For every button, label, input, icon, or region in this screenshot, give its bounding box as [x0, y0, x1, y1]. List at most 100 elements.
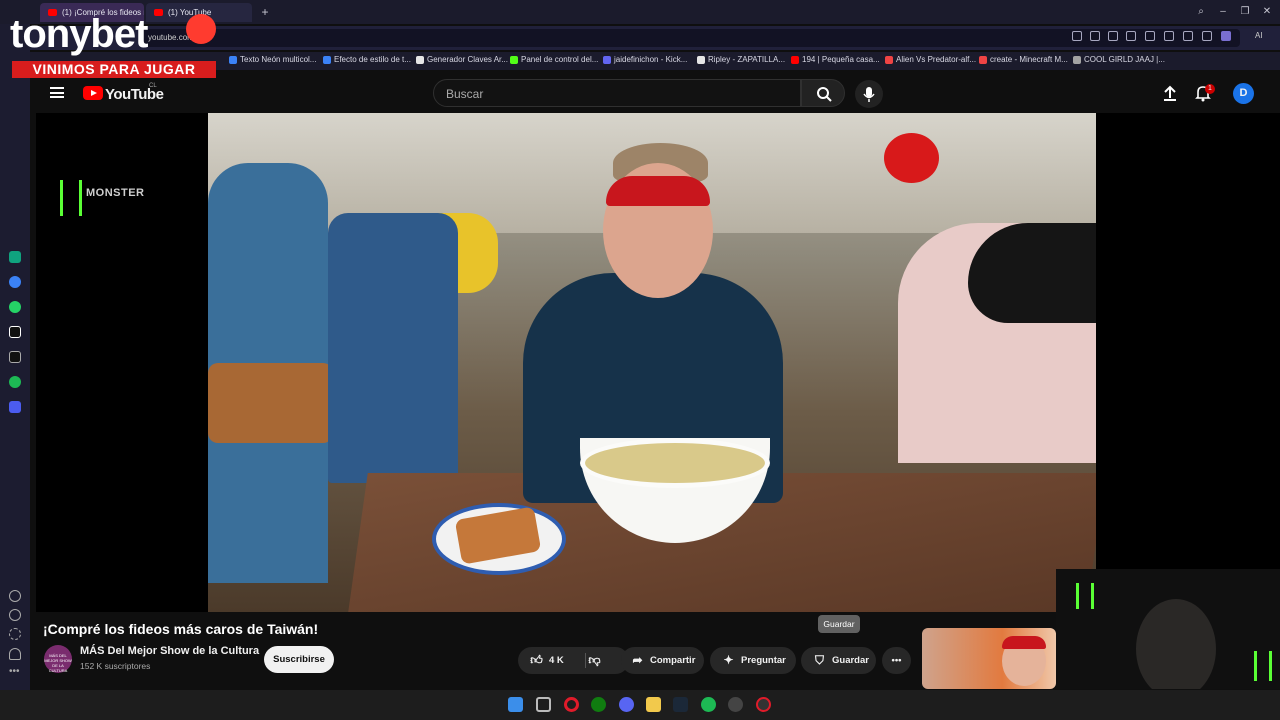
settings-icon[interactable] — [9, 628, 21, 640]
spotify-icon[interactable] — [701, 697, 716, 712]
bookmark-icon — [1073, 56, 1081, 64]
voice-search-button[interactable] — [855, 80, 883, 108]
x-icon[interactable] — [9, 351, 21, 363]
monster-logo: MONSTER — [86, 187, 145, 199]
profile-icon[interactable] — [1221, 31, 1231, 41]
microphone-icon — [863, 87, 875, 102]
thumbnail-bandana — [1002, 636, 1046, 649]
subscribe-button[interactable]: Suscribirse — [264, 646, 334, 673]
search-icon — [817, 87, 832, 102]
channel-avatar[interactable]: MÁS DEL MEJOR SHOW DE LA CULTURA — [44, 645, 72, 673]
heart-icon[interactable] — [9, 590, 21, 602]
noodle-soup — [580, 438, 770, 488]
chatgpt-icon[interactable] — [9, 251, 21, 263]
monster-claw-icon — [1076, 583, 1094, 609]
bookmark-icon — [885, 56, 893, 64]
save-button[interactable]: ⛉ Guardar — [801, 647, 876, 674]
bookmark-icon — [229, 56, 237, 64]
history-icon[interactable] — [9, 609, 21, 621]
bookmark-item[interactable]: jaidefinichon - Kick... — [603, 55, 687, 64]
hamburger-menu-icon[interactable] — [50, 87, 64, 98]
bookmark-item[interactable]: COOL GIRLD JAAJ |... — [1073, 55, 1165, 64]
task-view-icon[interactable] — [536, 697, 551, 712]
close-button[interactable]: ✕ — [1261, 6, 1273, 18]
spotify-icon[interactable] — [9, 376, 21, 388]
minimize-button[interactable]: – — [1217, 6, 1229, 18]
more-icon[interactable]: ••• — [9, 666, 20, 677]
discord-icon[interactable] — [619, 697, 634, 712]
bulb-icon[interactable] — [9, 648, 21, 660]
edit-icon[interactable] — [1090, 31, 1100, 41]
maximize-button[interactable]: ❐ — [1239, 6, 1251, 18]
youtube-logo-icon[interactable] — [83, 86, 103, 100]
xbox-icon[interactable] — [591, 697, 606, 712]
like-dislike-group: 👍︎ 4 K 👎︎ — [518, 647, 629, 674]
heart-icon[interactable] — [1164, 31, 1174, 41]
bookmark-item[interactable]: Generador Claves Ar... — [416, 55, 508, 64]
video-title: ¡Compré los fideos más caros de Taiwán! — [43, 621, 319, 637]
account-avatar[interactable]: D — [1233, 83, 1254, 104]
bookmark-item[interactable]: Alien Vs Predator-alf... — [885, 55, 976, 64]
bookmark-icon: ⛉ — [814, 653, 824, 667]
streamer-face — [1136, 599, 1216, 689]
tiktok-icon[interactable] — [9, 326, 21, 338]
stream-banner: VINIMOS PARA JUGAR — [12, 61, 216, 78]
search-input[interactable]: Buscar — [433, 79, 801, 107]
camera-icon[interactable] — [1108, 31, 1118, 41]
thumbs-up-icon[interactable]: 👍︎ — [530, 654, 543, 667]
video-frame[interactable] — [208, 113, 1096, 612]
create-button[interactable] — [1161, 84, 1179, 102]
messenger-icon[interactable] — [9, 276, 21, 288]
tonybet-logo: tonybet — [10, 12, 148, 56]
zoom-icon[interactable] — [1072, 31, 1082, 41]
sparkle-icon: ✦ — [723, 653, 734, 667]
ask-button[interactable]: ✦ Preguntar — [710, 647, 796, 674]
related-video-thumbnail[interactable] — [922, 628, 1056, 689]
monster-claw-icon — [60, 180, 82, 216]
shield-icon[interactable] — [1126, 31, 1136, 41]
streamer-webcam — [1056, 569, 1280, 689]
bookmark-item[interactable]: Texto Neón multicol... — [229, 55, 316, 64]
country-code: CL — [149, 83, 157, 89]
share-icon: ➦ — [632, 653, 643, 667]
play-icon[interactable] — [1145, 31, 1155, 41]
share-button[interactable]: ➦ Compartir — [621, 647, 704, 674]
notification-count-badge: 1 — [1205, 84, 1215, 94]
opera-icon[interactable] — [756, 697, 771, 712]
ai-button[interactable]: AI — [1255, 31, 1263, 40]
bookmark-item[interactable]: 194 | Pequeña casa... — [791, 55, 880, 64]
bookmark-icon — [323, 56, 331, 64]
file-explorer-icon[interactable] — [646, 697, 661, 712]
thumbs-down-icon[interactable]: 👎︎ — [588, 654, 601, 667]
bookmark-item[interactable]: Efecto de estilo de t... — [323, 55, 411, 64]
woman-right-hair — [968, 223, 1096, 323]
bookmark-icon — [979, 56, 987, 64]
more-actions-button[interactable]: ••• — [882, 647, 911, 674]
whatsapp-icon[interactable] — [9, 301, 21, 313]
bookmark-icon — [697, 56, 705, 64]
new-tab-button[interactable]: + — [259, 6, 271, 18]
bookmark-item[interactable]: Ripley - ZAPATILLA... — [697, 55, 785, 64]
upload-icon — [1164, 85, 1176, 101]
menu-icon[interactable] — [1202, 31, 1212, 41]
bookmark-item[interactable]: create - Minecraft M... — [979, 55, 1068, 64]
monster-can-icon — [1254, 651, 1272, 681]
aria-icon[interactable] — [9, 401, 21, 413]
save-tooltip: Guardar — [818, 615, 860, 633]
handbag — [208, 363, 333, 443]
obs-icon[interactable] — [728, 697, 743, 712]
steam-icon[interactable] — [673, 697, 688, 712]
bookmark-icon — [791, 56, 799, 64]
subscriber-count: 152 K suscriptores — [80, 661, 151, 671]
search-button[interactable] — [801, 79, 845, 107]
like-divider — [585, 653, 586, 668]
like-count[interactable]: 4 K — [549, 647, 564, 674]
search-tabs-icon[interactable]: ⌕ — [1195, 6, 1207, 18]
download-icon[interactable] — [1183, 31, 1193, 41]
channel-name[interactable]: MÁS Del Mejor Show de la Cultura — [80, 645, 259, 657]
red-bandana — [606, 176, 710, 206]
opera-gx-icon[interactable] — [564, 697, 579, 712]
windows-taskbar — [0, 690, 1280, 720]
windows-start-icon[interactable] — [508, 697, 523, 712]
bookmark-item[interactable]: Panel de control del... — [510, 55, 598, 64]
